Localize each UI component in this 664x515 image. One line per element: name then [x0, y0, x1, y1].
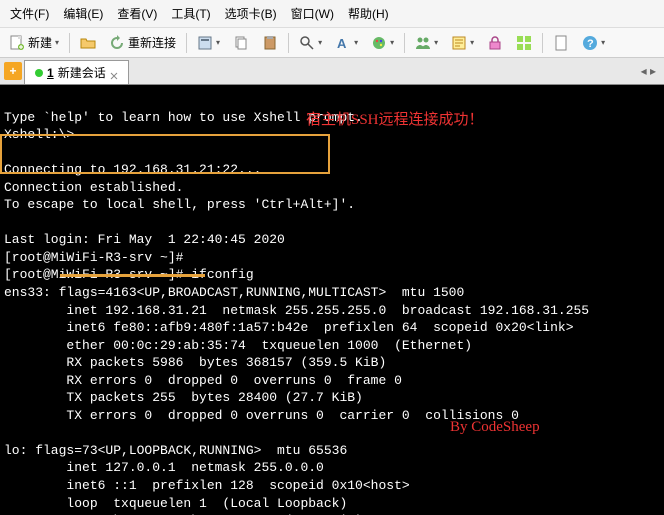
menu-view[interactable]: 查看(V) [111, 3, 163, 24]
script-icon [451, 35, 467, 51]
menu-help[interactable]: 帮助(H) [342, 3, 395, 24]
copy-icon [233, 35, 249, 51]
terminal-line: inet 127.0.0.1 netmask 255.0.0.0 [4, 460, 324, 475]
separator [288, 33, 289, 53]
search-icon [299, 35, 315, 51]
menu-window[interactable]: 窗口(W) [285, 3, 340, 24]
new-button[interactable]: 新建 ▾ [4, 31, 64, 54]
menu-bar: 文件(F) 编辑(E) 查看(V) 工具(T) 选项卡(B) 窗口(W) 帮助(… [0, 0, 664, 28]
users-button[interactable]: ▾ [410, 32, 443, 54]
paste-icon [262, 35, 278, 51]
prev-button[interactable] [548, 32, 574, 54]
terminal-line: RX errors 0 dropped 0 overruns 0 frame 0 [4, 373, 402, 388]
terminal-line: TX packets 255 bytes 28400 (27.7 KiB) [4, 390, 363, 405]
terminal-line: TX errors 0 dropped 0 overruns 0 carrier… [4, 408, 519, 423]
chevron-down-icon: ▾ [470, 38, 474, 47]
help-button[interactable]: ?▾ [577, 32, 610, 54]
tab-bar: + 1 新建会话 ◂ ▸ [0, 58, 664, 85]
chevron-down-icon: ▾ [601, 38, 605, 47]
color-button[interactable]: ▾ [366, 32, 399, 54]
tab-scroll-arrows[interactable]: ◂ ▸ [633, 64, 664, 78]
terminal-line: RX packets 5986 bytes 368157 (359.5 KiB) [4, 355, 386, 370]
annotation-box [0, 134, 330, 174]
chevron-down-icon: ▾ [390, 38, 394, 47]
terminal-line: Connection established. [4, 180, 183, 195]
find-button[interactable]: ▾ [294, 32, 327, 54]
palette-icon [371, 35, 387, 51]
script-button[interactable]: ▾ [446, 32, 479, 54]
properties-icon [197, 35, 213, 51]
menu-file[interactable]: 文件(F) [4, 3, 55, 24]
separator [69, 33, 70, 53]
chevron-down-icon: ▾ [318, 38, 322, 47]
tab-session-1[interactable]: 1 新建会话 [24, 60, 129, 84]
chevron-down-icon: ▾ [55, 38, 59, 47]
toolbar: 新建 ▾ 重新连接 ▾ ▾ A▾ ▾ ▾ ▾ ?▾ [0, 28, 664, 58]
terminal-line: loop txqueuelen 1 (Local Loopback) [4, 496, 347, 511]
separator [404, 33, 405, 53]
terminal-line: inet6 ::1 prefixlen 128 scopeid 0x10<hos… [4, 478, 410, 493]
chevron-down-icon: ▾ [216, 38, 220, 47]
terminal-output[interactable]: Type `help' to learn how to use Xshell p… [0, 85, 664, 515]
lock-button[interactable] [482, 32, 508, 54]
terminal-line: inet 192.168.31.21 netmask 255.255.255.0… [4, 303, 589, 318]
menu-tabs[interactable]: 选项卡(B) [219, 3, 283, 24]
tile-icon [516, 35, 532, 51]
new-file-icon [9, 35, 25, 51]
separator [186, 33, 187, 53]
terminal-line: ens33: flags=4163<UP,BROADCAST,RUNNING,M… [4, 285, 464, 300]
terminal-line: ether 00:0c:29:ab:35:74 txqueuelen 1000 … [4, 338, 472, 353]
properties-button[interactable]: ▾ [192, 32, 225, 54]
menu-edit[interactable]: 编辑(E) [57, 3, 109, 24]
tab-number: 1 [47, 66, 54, 80]
tile-button[interactable] [511, 32, 537, 54]
annotation-credit: By CodeSheep [450, 417, 540, 437]
chevron-down-icon: ▾ [354, 38, 358, 47]
page-icon [553, 35, 569, 51]
reconnect-label: 重新连接 [128, 34, 176, 51]
terminal-line: lo: flags=73<UP,LOOPBACK,RUNNING> mtu 65… [4, 443, 347, 458]
tab-label: 新建会话 [58, 64, 106, 81]
terminal-line: inet6 fe80::afb9:480f:1a57:b42e prefixle… [4, 320, 574, 335]
svg-text:?: ? [587, 38, 594, 50]
reconnect-icon [109, 35, 125, 51]
connection-status-icon [35, 69, 43, 77]
new-button-label: 新建 [28, 34, 52, 51]
paste-button[interactable] [257, 32, 283, 54]
open-button[interactable] [75, 32, 101, 54]
reconnect-button[interactable]: 重新连接 [104, 31, 181, 54]
font-icon: A [335, 35, 351, 51]
lock-icon [487, 35, 503, 51]
menu-tools[interactable]: 工具(T) [165, 3, 216, 24]
chevron-down-icon: ▾ [434, 38, 438, 47]
close-icon[interactable] [110, 69, 118, 77]
new-tab-button[interactable]: + [4, 62, 22, 80]
terminal-line: To escape to local shell, press 'Ctrl+Al… [4, 197, 355, 212]
terminal-line: Last login: Fri May 1 22:40:45 2020 [4, 232, 285, 247]
annotation-success: 宿主机SSH远程连接成功！ [306, 110, 484, 130]
users-icon [415, 35, 431, 51]
folder-open-icon [80, 35, 96, 51]
separator [542, 33, 543, 53]
copy-button[interactable] [228, 32, 254, 54]
svg-text:A: A [337, 36, 347, 51]
help-icon: ? [582, 35, 598, 51]
annotation-underline [60, 274, 205, 277]
terminal-line: [root@MiWiFi-R3-srv ~]# [4, 250, 183, 265]
font-button[interactable]: A▾ [330, 32, 363, 54]
